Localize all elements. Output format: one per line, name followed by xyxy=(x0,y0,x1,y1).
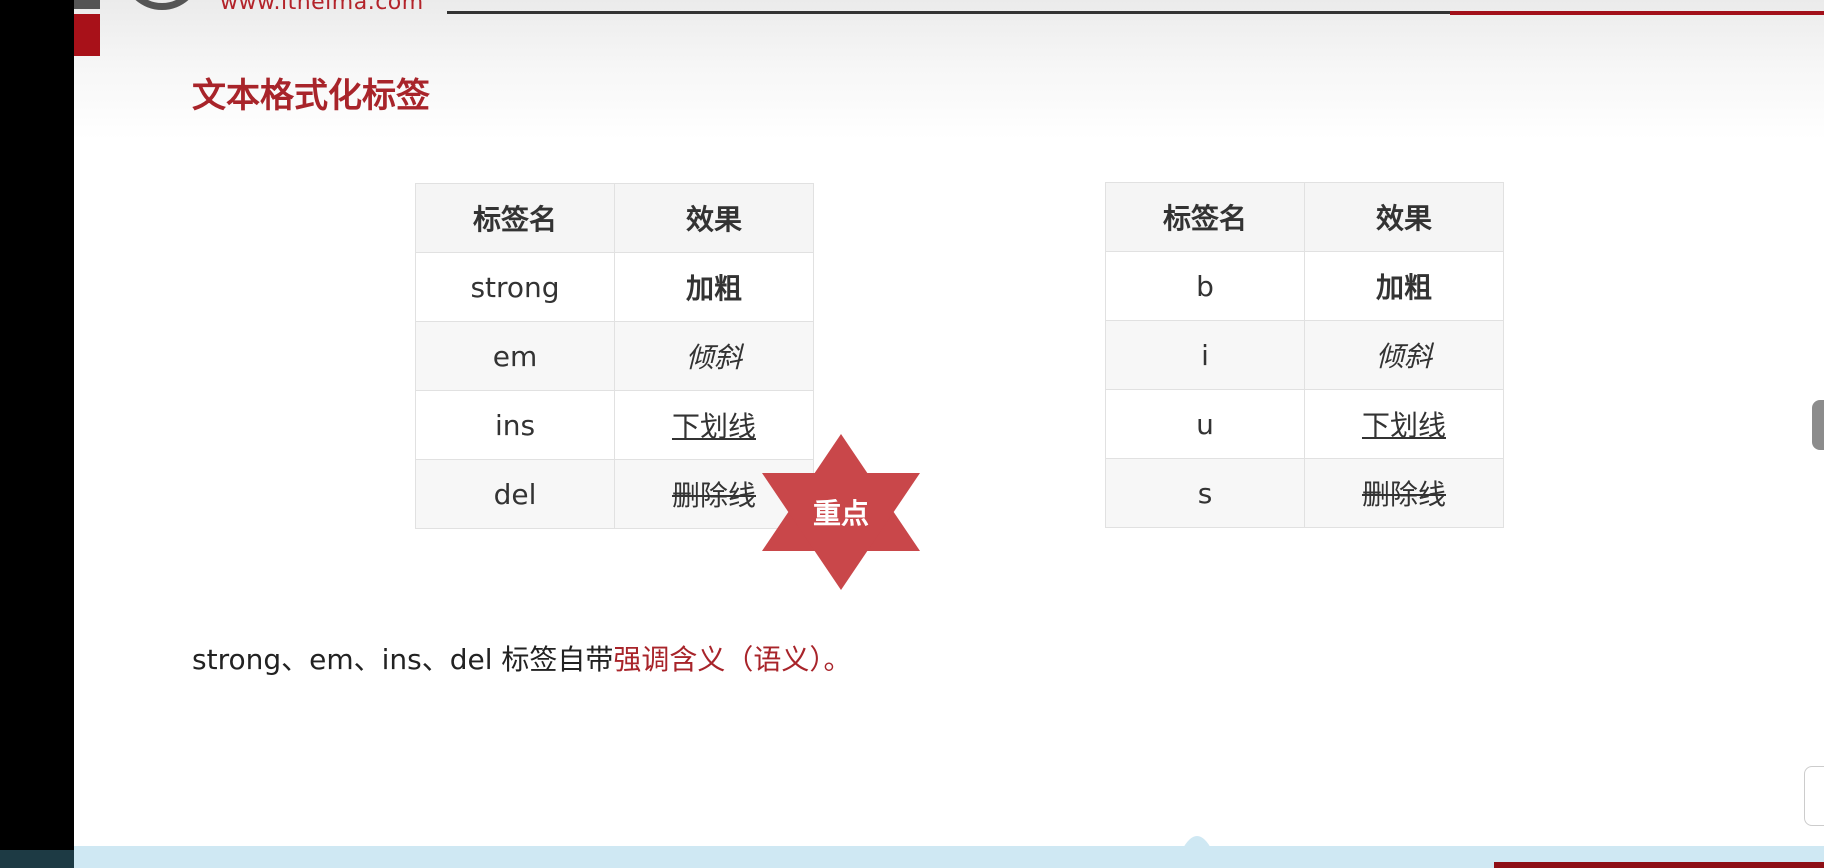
side-panel-tab[interactable] xyxy=(1804,766,1824,826)
note-emphasis: 强调含义（语义） xyxy=(613,643,824,676)
header-accent-grey xyxy=(74,0,100,9)
footer-accent-bar xyxy=(1494,862,1824,868)
table-row: del 删除线 xyxy=(415,459,814,529)
tag-name-cell: u xyxy=(1105,389,1305,459)
column-header-tag: 标签名 xyxy=(415,183,615,253)
presentational-tags-table: 标签名 效果 b 加粗 i 倾斜 u 下划线 s 删除线 xyxy=(1105,182,1504,528)
page-title: 文本格式化标签 xyxy=(192,76,430,116)
table-header-row: 标签名 效果 xyxy=(1105,182,1504,252)
effect-cell: 倾斜 xyxy=(1304,320,1504,390)
tag-name-cell: b xyxy=(1105,251,1305,321)
side-handle[interactable] xyxy=(1812,400,1824,450)
semantic-tags-table: 标签名 效果 strong 加粗 em 倾斜 ins 下划线 del 删除线 xyxy=(415,183,814,529)
footer-peak-decoration xyxy=(1182,836,1212,850)
effect-cell: 倾斜 xyxy=(614,321,814,391)
header-divider-accent xyxy=(1450,11,1824,15)
effect-cell: 加粗 xyxy=(614,252,814,322)
table-row: s 删除线 xyxy=(1105,458,1504,528)
tag-name-cell: strong xyxy=(415,252,615,322)
tag-name-cell: del xyxy=(415,459,615,529)
header-divider xyxy=(447,11,1524,14)
table-row: strong 加粗 xyxy=(415,252,814,322)
tag-name-cell: em xyxy=(415,321,615,391)
effect-cell: 下划线 xyxy=(1304,389,1504,459)
tag-name-cell: s xyxy=(1105,458,1305,528)
table-row: i 倾斜 xyxy=(1105,320,1504,390)
corner-decoration xyxy=(0,850,74,868)
tag-name-cell: ins xyxy=(415,390,615,460)
note-prefix: strong、em、ins、del 标签自带 xyxy=(192,643,614,676)
table-row: u 下划线 xyxy=(1105,389,1504,459)
slide: www.itheima.com 文本格式化标签 标签名 效果 strong 加粗… xyxy=(74,0,1824,868)
badge-label: 重点 xyxy=(812,497,869,530)
tag-name-cell: i xyxy=(1105,320,1305,390)
column-header-tag: 标签名 xyxy=(1105,182,1305,252)
header-accent-red xyxy=(74,14,100,56)
logo-url: www.itheima.com xyxy=(220,0,424,15)
note-text: strong、em、ins、del 标签自带强调含义（语义）。 xyxy=(192,638,851,678)
column-header-effect: 效果 xyxy=(614,183,814,253)
effect-cell: 删除线 xyxy=(1304,458,1504,528)
table-row: b 加粗 xyxy=(1105,251,1504,321)
column-header-effect: 效果 xyxy=(1304,182,1504,252)
table-header-row: 标签名 效果 xyxy=(415,183,814,253)
table-row: ins 下划线 xyxy=(415,390,814,460)
logo-icon xyxy=(122,0,202,10)
table-row: em 倾斜 xyxy=(415,321,814,391)
note-suffix: 。 xyxy=(823,643,852,676)
effect-cell: 加粗 xyxy=(1304,251,1504,321)
